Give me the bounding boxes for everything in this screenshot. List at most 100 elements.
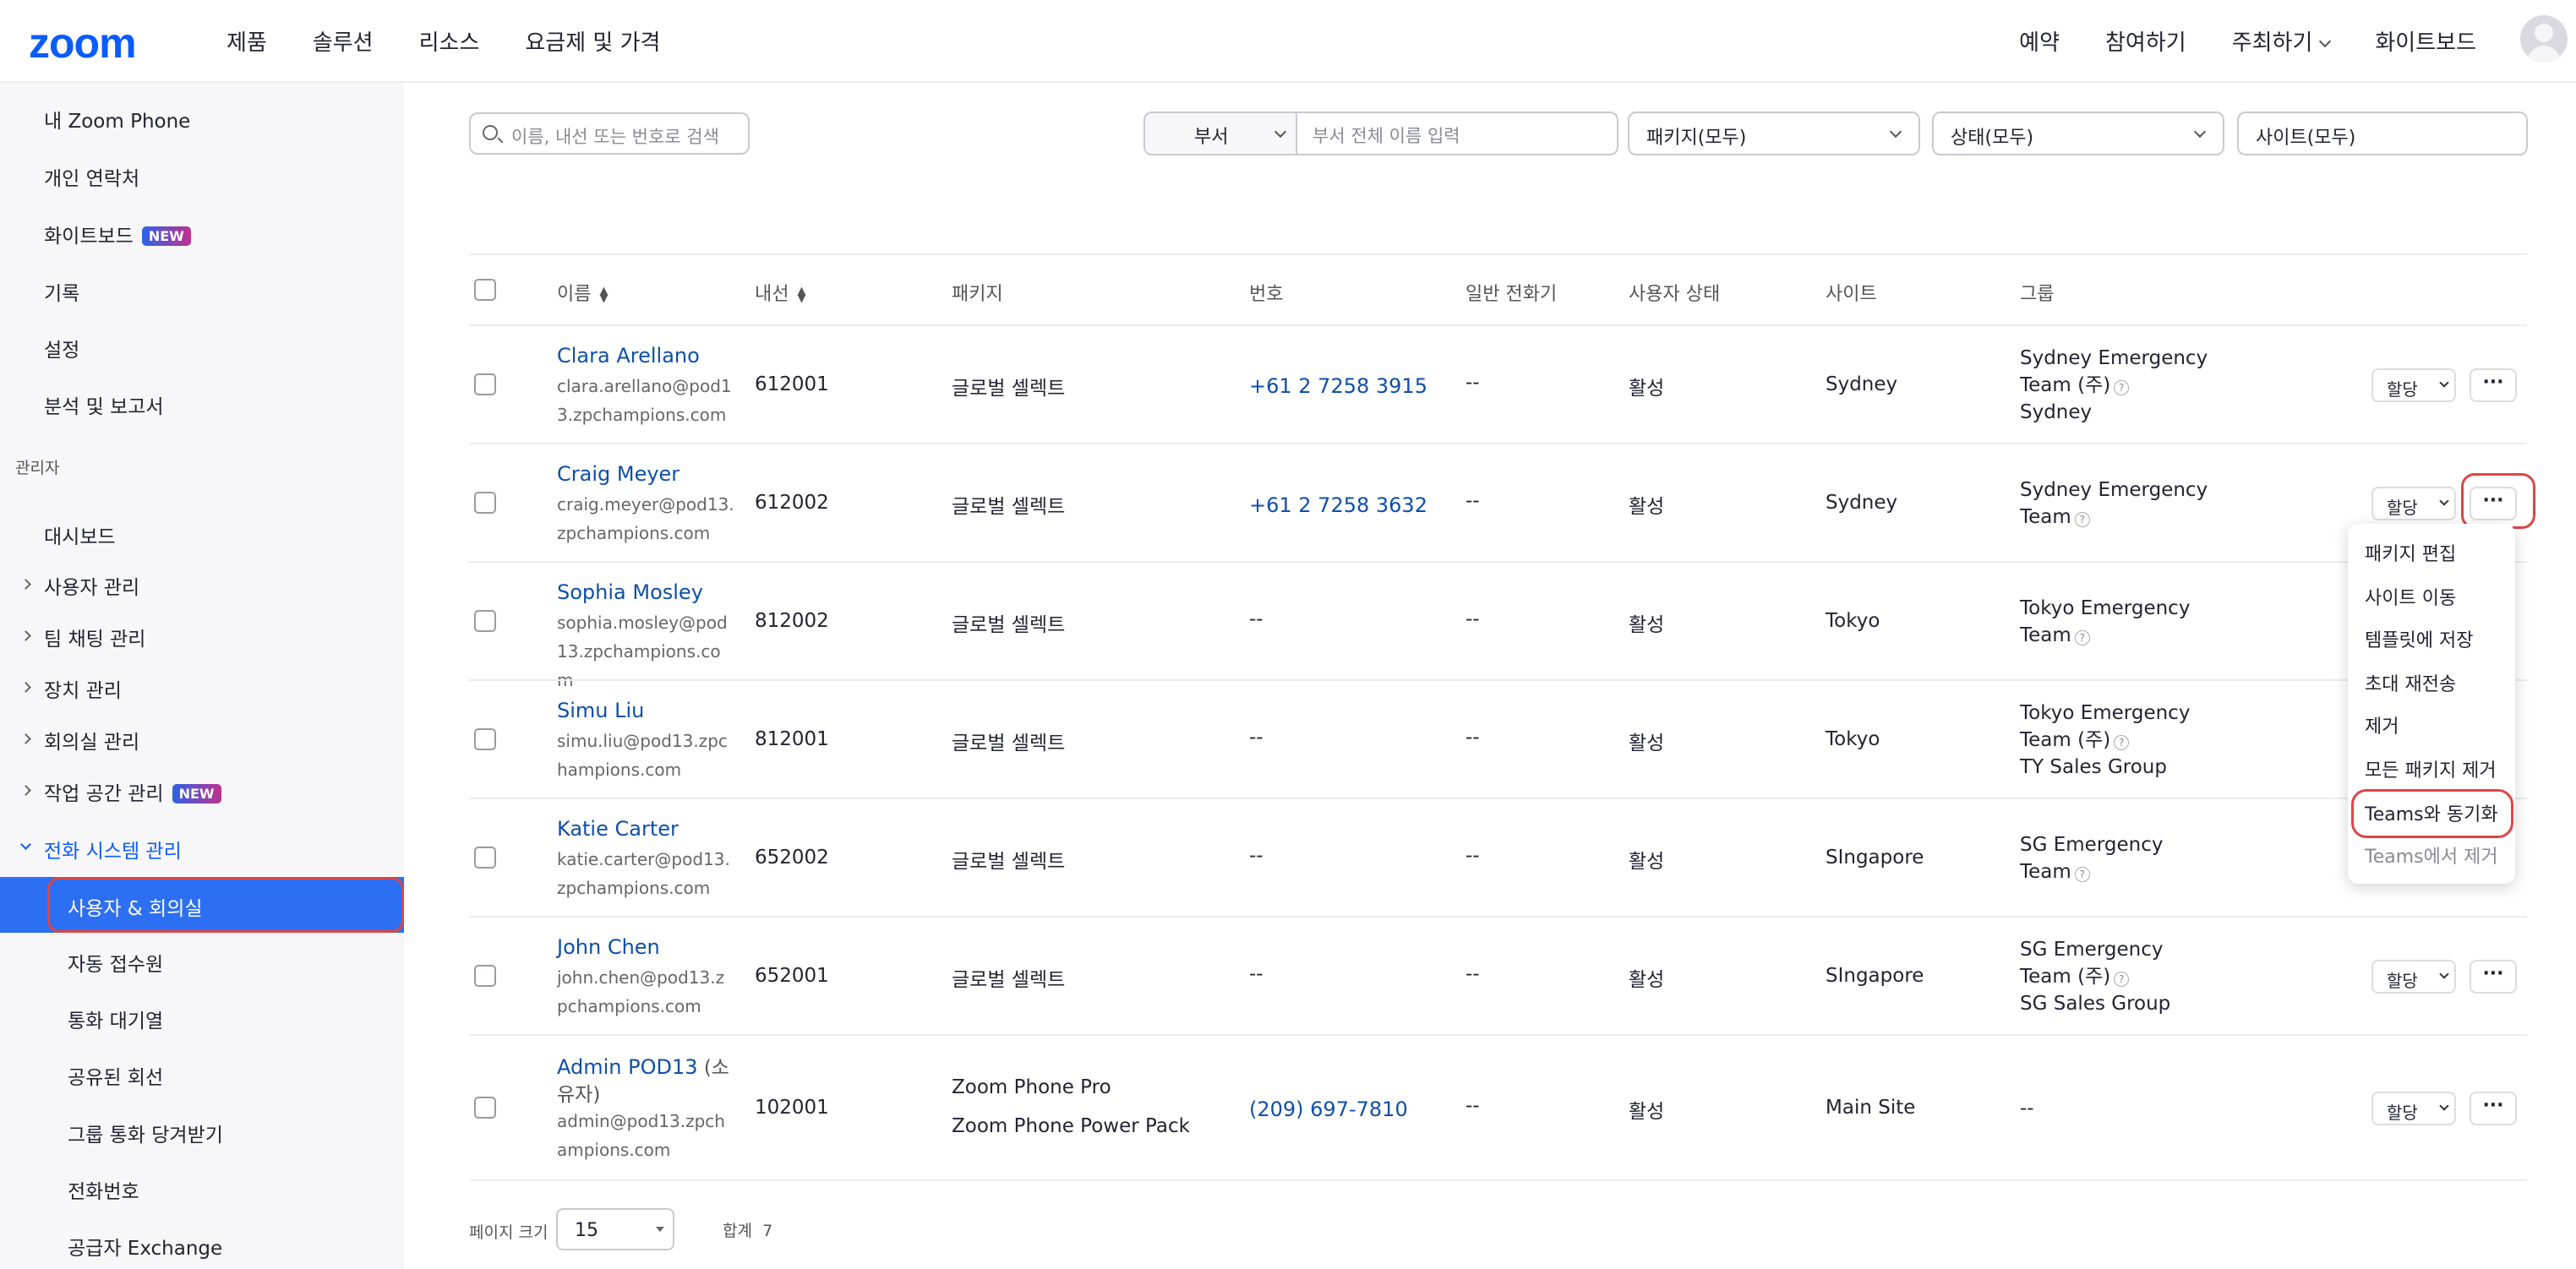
search-input[interactable]: 이름, 내선 또는 번호로 검색 bbox=[469, 112, 750, 155]
search-placeholder: 이름, 내선 또는 번호로 검색 bbox=[511, 127, 719, 147]
package-filter[interactable]: 패키지(모두) bbox=[1628, 112, 1920, 155]
sidebar-item-contacts[interactable]: 개인 연락처 bbox=[44, 162, 139, 191]
sidebar-section-admin: 관리자 bbox=[15, 459, 60, 477]
chevron-down-icon bbox=[20, 839, 31, 850]
sidebar-item-analytics[interactable]: 분석 및 보고서 bbox=[44, 390, 164, 419]
sidebar-item-settings[interactable]: 설정 bbox=[44, 334, 79, 362]
row-checkbox[interactable] bbox=[474, 492, 496, 514]
more-button[interactable]: ··· bbox=[2470, 368, 2517, 402]
package: Zoom Phone Pro bbox=[952, 1076, 1111, 1098]
chevron-down-icon bbox=[2439, 969, 2449, 979]
sidebar-item-provider-exchange[interactable]: 공급자 Exchange bbox=[68, 1232, 222, 1261]
status-filter[interactable]: 상태(모두) bbox=[1932, 112, 2224, 155]
user-status: 활성 bbox=[1629, 969, 1665, 991]
sidebar-item-workspaces[interactable]: 작업 공간 관리 NEW bbox=[44, 777, 221, 806]
sidebar-item-whiteboard[interactable]: 화이트보드 NEW bbox=[44, 220, 191, 248]
header-package: 패키지 bbox=[952, 284, 1003, 305]
department-name-input[interactable]: 부서 전체 이름 입력 bbox=[1313, 123, 1460, 148]
help-icon[interactable]: ? bbox=[2074, 630, 2090, 645]
assign-button[interactable]: 할당 bbox=[2371, 487, 2456, 520]
chevron-down-icon bbox=[2439, 1101, 2449, 1111]
nav-host[interactable]: 주최하기 bbox=[2232, 25, 2332, 57]
sidebar-item-user-management[interactable]: 사용자 관리 bbox=[44, 571, 139, 600]
sidebar-item-dashboard[interactable]: 대시보드 bbox=[44, 520, 116, 549]
package: 글로벌 셀렉트 bbox=[952, 969, 1066, 991]
assign-button[interactable]: 할당 bbox=[2371, 1092, 2456, 1125]
assign-button[interactable]: 할당 bbox=[2371, 960, 2456, 994]
zoom-logo[interactable]: zoom bbox=[29, 19, 137, 68]
user-name-link[interactable]: Katie Carter bbox=[557, 817, 679, 841]
sidebar-item-phone-system[interactable]: 전화 시스템 관리 bbox=[44, 835, 182, 863]
nav-left: 제품 솔루션 리소스 요금제 및 가격 bbox=[226, 25, 660, 57]
row-checkbox[interactable] bbox=[474, 847, 496, 869]
group: Sydney Emergency Team? bbox=[2020, 479, 2208, 528]
phone-number-link[interactable]: +61 2 7258 3632 bbox=[1249, 493, 1427, 517]
menu-item-save-template[interactable]: 템플릿에 저장 bbox=[2365, 625, 2473, 652]
menu-item-move-site[interactable]: 사이트 이동 bbox=[2365, 583, 2456, 610]
sidebar-item-call-queues[interactable]: 통화 대기열 bbox=[68, 1005, 163, 1033]
help-icon[interactable]: ? bbox=[2074, 867, 2090, 882]
sidebar-item-group-pickup[interactable]: 그룹 통화 당겨받기 bbox=[68, 1119, 223, 1147]
sidebar: 내 Zoom Phone 개인 연락처 화이트보드 NEW 기록 설정 분석 및 … bbox=[0, 83, 404, 1269]
user-name-link[interactable]: John Chen bbox=[557, 935, 660, 959]
site-filter[interactable]: 사이트(모두) bbox=[2237, 112, 2528, 155]
divider bbox=[469, 1179, 2527, 1181]
user-name-link[interactable]: Simu Liu bbox=[557, 699, 644, 722]
sidebar-item-rooms[interactable]: 회의실 관리 bbox=[44, 726, 139, 754]
phone-number: -- bbox=[1249, 608, 1263, 630]
nav-solutions[interactable]: 솔루션 bbox=[313, 25, 374, 57]
more-button[interactable]: ··· bbox=[2470, 960, 2517, 994]
user-name-link[interactable]: Clara Arellano bbox=[557, 344, 700, 368]
divider bbox=[469, 324, 2527, 326]
department-select[interactable]: 부서 bbox=[1145, 113, 1297, 154]
user-name-link[interactable]: Sophia Mosley bbox=[557, 580, 703, 604]
menu-item-remove-all-packages[interactable]: 모든 패키지 제거 bbox=[2365, 755, 2497, 782]
row-checkbox[interactable] bbox=[474, 965, 496, 987]
menu-item-edit-package[interactable]: 패키지 편집 bbox=[2365, 539, 2456, 566]
row-checkbox[interactable] bbox=[474, 610, 496, 632]
sidebar-item-recordings[interactable]: 기록 bbox=[44, 277, 79, 306]
sidebar-item-devices[interactable]: 장치 관리 bbox=[44, 674, 122, 703]
nav-join[interactable]: 참여하기 bbox=[2105, 25, 2186, 57]
nav-schedule[interactable]: 예약 bbox=[2019, 25, 2060, 57]
user-email: craig.meyer@pod13.zpchampions.com bbox=[557, 494, 734, 543]
chevron-right-icon bbox=[20, 579, 31, 590]
menu-item-remove[interactable]: 제거 bbox=[2365, 711, 2399, 738]
help-icon[interactable]: ? bbox=[2114, 972, 2130, 987]
select-all-checkbox[interactable] bbox=[474, 279, 496, 301]
sidebar-item-team-chat[interactable]: 팀 채팅 관리 bbox=[44, 623, 145, 651]
phone-number-link[interactable]: +61 2 7258 3915 bbox=[1249, 374, 1427, 398]
page-size-select[interactable]: 15 bbox=[556, 1208, 674, 1250]
header-extension[interactable]: 내선 ▲ ▼ bbox=[755, 279, 805, 306]
phone-number: -- bbox=[1249, 845, 1263, 867]
user-email: katie.carter@pod13.zpchampions.com bbox=[557, 849, 730, 898]
user-email: admin@pod13.zpchampions.com bbox=[557, 1111, 725, 1160]
nav-products[interactable]: 제품 bbox=[226, 25, 267, 57]
phone-number-link[interactable]: (209) 697-7810 bbox=[1249, 1097, 1408, 1121]
sidebar-item-phone-numbers[interactable]: 전화번호 bbox=[68, 1175, 139, 1204]
nav-pricing[interactable]: 요금제 및 가격 bbox=[525, 25, 660, 57]
sidebar-item-shared-lines[interactable]: 공유된 회선 bbox=[68, 1061, 163, 1090]
department-filter: 부서 부서 전체 이름 입력 bbox=[1143, 112, 1618, 155]
row-checkbox[interactable] bbox=[474, 373, 496, 395]
user-status: 활성 bbox=[1629, 733, 1665, 754]
highlight-outline bbox=[2461, 473, 2535, 529]
nav-whiteboard[interactable]: 화이트보드 bbox=[2375, 25, 2476, 57]
header-name[interactable]: 이름 ▲ ▼ bbox=[557, 279, 608, 306]
help-icon[interactable]: ? bbox=[2074, 512, 2090, 527]
user-status: 활성 bbox=[1629, 496, 1665, 518]
sidebar-item-auto-receptionist[interactable]: 자동 접수원 bbox=[68, 948, 163, 977]
sidebar-item-my-phone[interactable]: 내 Zoom Phone bbox=[44, 105, 190, 133]
group: Sydney Emergency Team (주)? Sydney bbox=[2020, 347, 2208, 423]
more-button[interactable]: ··· bbox=[2470, 1092, 2517, 1125]
assign-button[interactable]: 할당 bbox=[2371, 368, 2456, 402]
menu-item-resend-invite[interactable]: 초대 재전송 bbox=[2365, 669, 2456, 696]
avatar[interactable] bbox=[2520, 15, 2568, 63]
help-icon[interactable]: ? bbox=[2114, 735, 2130, 750]
row-checkbox[interactable] bbox=[474, 728, 496, 750]
nav-resources[interactable]: 리소스 bbox=[419, 25, 480, 57]
row-checkbox[interactable] bbox=[474, 1097, 496, 1119]
package: 글로벌 셀렉트 bbox=[952, 614, 1066, 636]
help-icon[interactable]: ? bbox=[2114, 380, 2130, 395]
user-name-link[interactable]: Craig Meyer bbox=[557, 462, 679, 486]
